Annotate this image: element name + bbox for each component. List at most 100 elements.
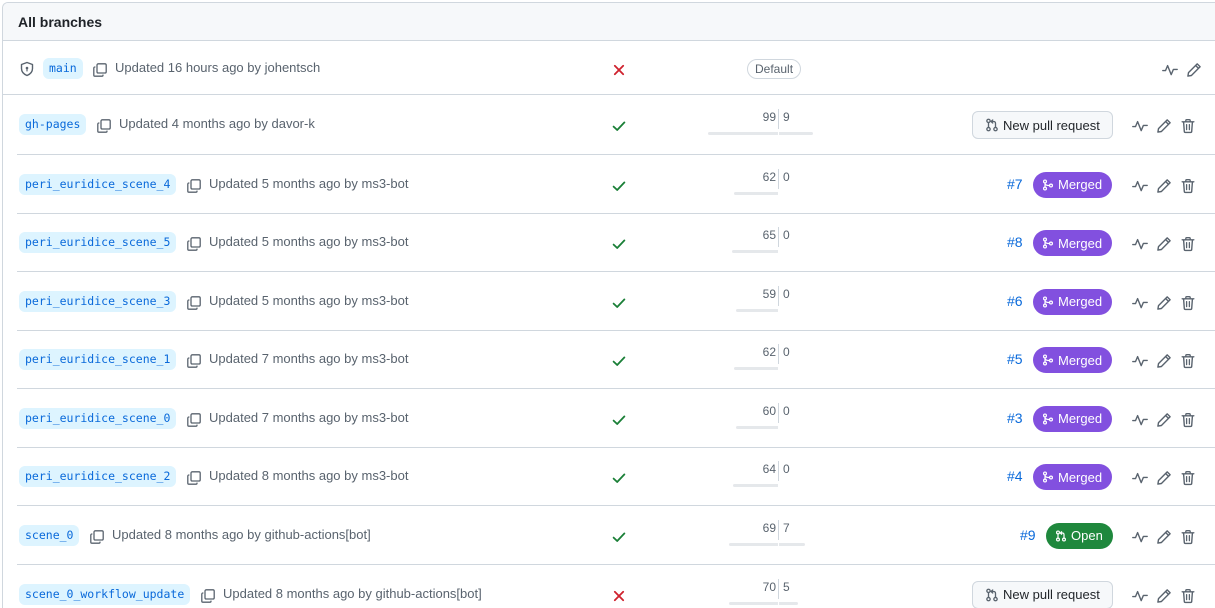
copy-icon[interactable] bbox=[199, 587, 217, 605]
branch-row: main Updated 16 hours ago by johentsch Def… bbox=[3, 42, 1215, 95]
pull-request-link[interactable]: #6 bbox=[1007, 293, 1023, 309]
delete-branch-icon[interactable] bbox=[1179, 469, 1197, 487]
branch-updated-text: Updated 8 months ago by github-actions[b… bbox=[112, 526, 371, 542]
branch-name-link[interactable]: scene_0 bbox=[19, 524, 80, 546]
delete-branch-icon[interactable] bbox=[1179, 411, 1197, 429]
branch-name-link[interactable]: peri_euridice_scene_3 bbox=[19, 290, 177, 312]
copy-icon[interactable] bbox=[88, 528, 106, 546]
rename-branch-icon[interactable] bbox=[1155, 528, 1173, 546]
activity-icon[interactable] bbox=[1131, 177, 1149, 195]
branch-row: peri_euridice_scene_5 Updated 5 months ag… bbox=[17, 214, 1215, 272]
behind-bar bbox=[734, 191, 778, 195]
rename-branch-icon[interactable] bbox=[1155, 117, 1173, 135]
activity-icon[interactable] bbox=[1131, 469, 1149, 487]
behind-count: 62 bbox=[762, 345, 776, 359]
copy-icon[interactable] bbox=[91, 61, 109, 79]
branch-name-link[interactable]: scene_0_workflow_update bbox=[19, 583, 191, 605]
ahead-count: 0 bbox=[783, 286, 790, 301]
ahead-count: 0 bbox=[783, 403, 790, 418]
branch-name-link[interactable]: peri_euridice_scene_0 bbox=[19, 407, 177, 429]
activity-icon[interactable] bbox=[1131, 235, 1149, 253]
branch-row: peri_euridice_scene_3 Updated 5 months ag… bbox=[17, 272, 1215, 331]
open-state-badge: Open bbox=[1046, 522, 1113, 549]
activity-icon[interactable] bbox=[1131, 352, 1149, 370]
delete-branch-icon[interactable] bbox=[1179, 587, 1197, 605]
check-status-icon[interactable] bbox=[611, 178, 627, 194]
pull-request-link[interactable]: #4 bbox=[1007, 468, 1023, 484]
delete-branch-icon[interactable] bbox=[1179, 117, 1197, 135]
ahead-bar bbox=[779, 132, 813, 135]
git-merge-icon bbox=[1042, 178, 1054, 191]
failed-status-icon[interactable] bbox=[611, 62, 627, 78]
delete-branch-icon[interactable] bbox=[1179, 352, 1197, 370]
pull-request-link[interactable]: #7 bbox=[1007, 176, 1023, 192]
git-merge-icon bbox=[1042, 295, 1054, 308]
branch-updated-text: Updated 5 months ago by ms3-bot bbox=[209, 175, 409, 191]
rename-branch-icon[interactable] bbox=[1155, 235, 1173, 253]
check-status-icon[interactable] bbox=[611, 470, 627, 486]
rename-branch-icon[interactable] bbox=[1185, 61, 1203, 79]
activity-icon[interactable] bbox=[1131, 587, 1149, 605]
merged-state-badge: Merged bbox=[1033, 347, 1113, 373]
pull-request-link[interactable]: #3 bbox=[1007, 410, 1023, 426]
branch-name-link[interactable]: peri_euridice_scene_4 bbox=[19, 173, 177, 195]
delete-branch-icon[interactable] bbox=[1179, 177, 1197, 195]
check-status-icon[interactable] bbox=[611, 236, 627, 252]
check-status-icon[interactable] bbox=[611, 118, 627, 134]
rename-branch-icon[interactable] bbox=[1155, 411, 1173, 429]
git-merge-icon bbox=[1042, 237, 1054, 249]
activity-icon[interactable] bbox=[1131, 117, 1149, 135]
activity-icon[interactable] bbox=[1131, 528, 1149, 546]
check-status-icon[interactable] bbox=[611, 412, 627, 428]
branch-name-link[interactable]: main bbox=[43, 57, 83, 79]
delete-branch-icon[interactable] bbox=[1179, 294, 1197, 312]
merged-state-badge: Merged bbox=[1033, 464, 1113, 490]
copy-icon[interactable] bbox=[185, 352, 203, 370]
failed-status-icon[interactable] bbox=[611, 588, 627, 604]
branch-row: gh-pages Updated 4 months ago by davor-k 9… bbox=[17, 95, 1215, 155]
branch-row: scene_0_workflow_update Updated 8 months … bbox=[17, 565, 1215, 608]
ahead-behind-divider bbox=[778, 519, 779, 540]
rename-branch-icon[interactable] bbox=[1155, 469, 1173, 487]
branch-name-link[interactable]: gh-pages bbox=[19, 114, 87, 135]
branch-name-link[interactable]: peri_euridice_scene_1 bbox=[19, 349, 177, 370]
branch-name-link[interactable]: peri_euridice_scene_2 bbox=[19, 466, 177, 487]
activity-icon[interactable] bbox=[1131, 411, 1149, 429]
new-pull-request-button[interactable]: New pull request bbox=[972, 111, 1113, 139]
rename-branch-icon[interactable] bbox=[1155, 587, 1173, 605]
branch-row: peri_euridice_scene_2 Updated 8 months ag… bbox=[17, 448, 1215, 506]
branch-row: peri_euridice_scene_4 Updated 5 months ag… bbox=[17, 155, 1215, 214]
ahead-count: 0 bbox=[783, 345, 790, 359]
ahead-bar bbox=[779, 542, 805, 546]
pull-request-link[interactable]: #5 bbox=[1007, 351, 1023, 367]
branches-panel: All branches main Updated 16 hours ago by… bbox=[2, 2, 1215, 608]
branch-updated-text: Updated 7 months ago by ms3-bot bbox=[209, 409, 409, 425]
copy-icon[interactable] bbox=[185, 177, 203, 195]
branch-updated-text: Updated 5 months ago by ms3-bot bbox=[209, 292, 409, 308]
activity-icon[interactable] bbox=[1131, 294, 1149, 312]
copy-icon[interactable] bbox=[185, 469, 203, 487]
activity-icon[interactable] bbox=[1161, 61, 1179, 79]
merged-state-badge: Merged bbox=[1033, 288, 1113, 315]
copy-icon[interactable] bbox=[185, 294, 203, 312]
delete-branch-icon[interactable] bbox=[1179, 235, 1197, 253]
copy-icon[interactable] bbox=[95, 117, 113, 135]
copy-icon[interactable] bbox=[185, 411, 203, 429]
delete-branch-icon[interactable] bbox=[1179, 528, 1197, 546]
pull-request-link[interactable]: #9 bbox=[1020, 527, 1036, 543]
check-status-icon[interactable] bbox=[611, 529, 627, 545]
merged-state-badge: Merged bbox=[1033, 405, 1113, 432]
new-pull-request-button[interactable]: New pull request bbox=[972, 580, 1113, 608]
rename-branch-icon[interactable] bbox=[1155, 352, 1173, 370]
check-status-icon[interactable] bbox=[611, 295, 627, 311]
branch-name-link[interactable]: peri_euridice_scene_5 bbox=[19, 232, 177, 253]
ahead-count: 0 bbox=[783, 462, 790, 476]
state-badge-label: Merged bbox=[1058, 352, 1103, 368]
behind-count: 99 bbox=[762, 110, 776, 124]
check-status-icon[interactable] bbox=[611, 353, 627, 369]
copy-icon[interactable] bbox=[185, 235, 203, 253]
merged-state-badge: Merged bbox=[1033, 230, 1113, 256]
rename-branch-icon[interactable] bbox=[1155, 294, 1173, 312]
pull-request-link[interactable]: #8 bbox=[1007, 234, 1023, 250]
rename-branch-icon[interactable] bbox=[1155, 177, 1173, 195]
